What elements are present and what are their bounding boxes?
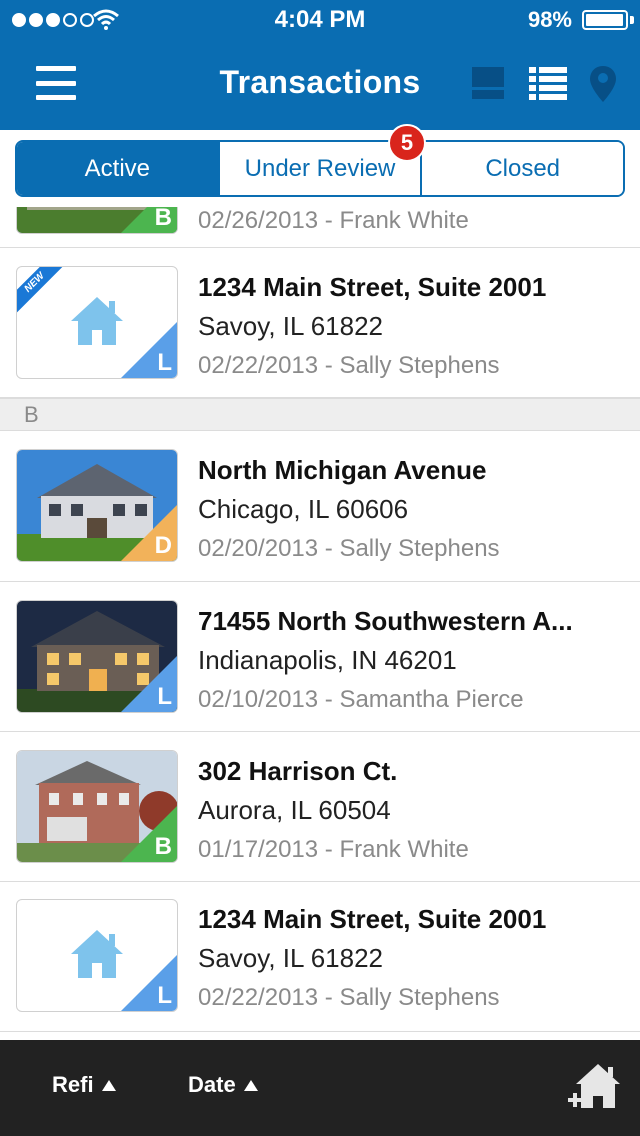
sort-date-button[interactable]: Date (188, 1072, 258, 1098)
property-address: 302 Harrison Ct. (198, 756, 398, 786)
tag-letter: D (154, 532, 172, 559)
property-address: 1234 Main Street, Suite 2001 (198, 904, 547, 934)
transaction-meta: 02/10/2013 - Samantha Pierce (198, 686, 524, 713)
property-city: Indianapolis, IN 46201 (198, 645, 457, 675)
property-city: Savoy, IL 61822 (198, 311, 384, 341)
battery-percent: 98% (527, 7, 572, 32)
status-filter-bar: Active Under Review Closed (0, 130, 640, 207)
add-home-icon[interactable] (566, 1062, 622, 1110)
list-item[interactable]: D North Michigan Avenue Chicago, IL 6060… (0, 431, 640, 582)
list-item[interactable]: B 302 Harrison Ct. Aurora, IL 60504 01/1… (0, 732, 640, 882)
transaction-meta: 01/17/2013 - Frank White (198, 836, 469, 863)
tag-letter: L (157, 982, 172, 1009)
nav-bar: Transactions (0, 40, 640, 130)
transaction-meta: 02/26/2013 - Frank White (198, 207, 469, 234)
section-header: B (0, 398, 640, 431)
house-icon (71, 930, 123, 978)
status-bar: 4:04 PM 98% (0, 0, 640, 40)
property-city: Savoy, IL 61822 (198, 943, 384, 973)
property-address: 1234 Main Street, Suite 2001 (198, 272, 547, 302)
property-city: Chicago, IL 60606 (198, 494, 409, 524)
list-item[interactable]: L 1234 Main Street, Suite 2001 Savoy, IL… (0, 882, 640, 1032)
tag-letter: L (157, 683, 172, 710)
menu-button[interactable] (36, 66, 76, 100)
transactions-list[interactable]: B 02/26/2013 - Frank White NEW L 1234 Ma… (0, 207, 640, 1040)
list-view-icon[interactable] (529, 66, 567, 100)
menu-icon-line (36, 80, 76, 86)
property-thumbnail: L (16, 899, 178, 1012)
property-thumbnail: B (16, 750, 178, 863)
property-city: Aurora, IL 60504 (198, 795, 391, 825)
list-item[interactable]: B 02/26/2013 - Frank White (0, 207, 640, 248)
grid-view-icon[interactable] (470, 66, 506, 100)
page-title: Transactions (219, 64, 421, 100)
bottom-toolbar: Refi Date (0, 1040, 640, 1136)
property-thumbnail: NEW L (16, 266, 178, 379)
section-letter: B (24, 402, 39, 427)
list-item[interactable]: L 71455 North Southwestern A... Indianap… (0, 582, 640, 732)
sort-date-label: Date (188, 1072, 236, 1097)
transaction-meta: 02/20/2013 - Sally Stephens (198, 535, 500, 562)
house-icon (71, 297, 123, 345)
battery-level (586, 14, 623, 26)
battery-icon (582, 10, 628, 30)
transactions-screen: 4:04 PM 98% Transactions Active Under Re… (0, 0, 640, 1136)
property-thumbnail: B (16, 207, 178, 234)
list-item[interactable]: NEW L 1234 Main Street, Suite 2001 Savoy… (0, 248, 640, 398)
new-badge: NEW (17, 267, 69, 317)
tab-active[interactable]: Active (17, 142, 218, 195)
property-address: 71455 North Southwestern A... (198, 606, 573, 636)
transaction-meta: 02/22/2013 - Sally Stephens (198, 984, 500, 1011)
segmented-control: Active Under Review Closed (15, 140, 625, 197)
tag-letter: B (154, 833, 172, 860)
sort-refi-label: Refi (52, 1072, 94, 1097)
under-review-count-badge: 5 (388, 124, 426, 162)
header: 4:04 PM 98% Transactions (0, 0, 640, 130)
battery-cap-icon (630, 16, 634, 24)
property-thumbnail: L (16, 600, 178, 713)
menu-icon-line (36, 95, 76, 100)
tag-letter: B (154, 207, 172, 231)
sort-refi-button[interactable]: Refi (52, 1072, 116, 1098)
property-thumbnail: D (16, 449, 178, 562)
transaction-meta: 02/22/2013 - Sally Stephens (198, 352, 500, 379)
menu-icon-line (36, 66, 76, 71)
sort-ascending-icon (243, 1079, 258, 1091)
sort-ascending-icon (101, 1079, 116, 1091)
property-address: North Michigan Avenue (198, 455, 487, 485)
tab-closed[interactable]: Closed (420, 142, 623, 195)
tag-letter: L (157, 349, 172, 376)
map-pin-icon[interactable] (590, 66, 616, 102)
